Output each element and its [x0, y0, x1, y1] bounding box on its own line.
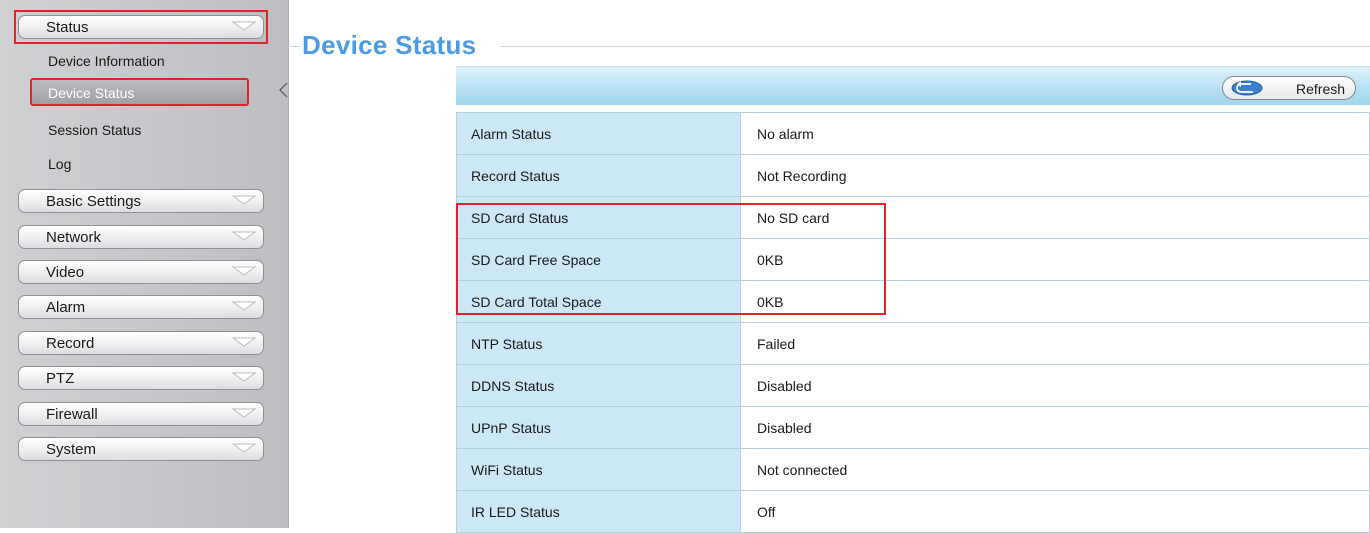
menu-label: Video	[46, 264, 85, 281]
chevron-down-icon	[229, 441, 259, 457]
menu-firewall[interactable]: Firewall	[18, 402, 264, 426]
row-value: Not connected	[740, 448, 1370, 491]
menu-basic-settings[interactable]: Basic Settings	[18, 189, 264, 213]
menu-label: Alarm	[46, 299, 86, 316]
row-key: SD Card Total Space	[456, 280, 741, 323]
row-value: Not Recording	[740, 154, 1370, 197]
menu-record[interactable]: Record	[18, 331, 264, 355]
row-key: Alarm Status	[456, 112, 741, 155]
table-row: Record Status Not Recording	[456, 154, 1370, 197]
row-key: SD Card Status	[456, 196, 741, 239]
row-value: Disabled	[740, 406, 1370, 449]
chevron-down-icon	[229, 299, 259, 315]
menu-label: System	[46, 441, 97, 458]
row-key: WiFi Status	[456, 448, 741, 491]
table-row: NTP Status Failed	[456, 322, 1370, 365]
table-row: UPnP Status Disabled	[456, 406, 1370, 449]
toolbar: Refresh	[456, 66, 1370, 105]
device-status-table: Alarm Status No alarm Record Status Not …	[456, 112, 1370, 533]
chevron-down-icon	[229, 335, 259, 351]
menu-ptz[interactable]: PTZ	[18, 366, 264, 390]
table-row: IR LED Status Off	[456, 490, 1370, 533]
row-key: Record Status	[456, 154, 741, 197]
table-row: SD Card Free Space 0KB	[456, 238, 1370, 281]
table-row: WiFi Status Not connected	[456, 448, 1370, 491]
menu-network[interactable]: Network	[18, 225, 264, 249]
sidebar-item-log[interactable]: Log	[48, 156, 71, 172]
refresh-icon	[1229, 79, 1265, 102]
chevron-down-icon	[229, 229, 259, 245]
sidebar-item-label: Session Status	[48, 122, 142, 138]
sidebar: Status Device Information Device Status …	[0, 0, 289, 528]
title-rule	[288, 46, 300, 47]
menu-label: PTZ	[46, 370, 75, 387]
menu-video[interactable]: Video	[18, 260, 264, 284]
table-row: DDNS Status Disabled	[456, 364, 1370, 407]
chevron-down-icon	[229, 264, 259, 280]
menu-alarm[interactable]: Alarm	[18, 295, 264, 319]
sidebar-item-label: Device Information	[48, 53, 165, 69]
sidebar-item-device-status[interactable]: Device Status	[30, 78, 249, 106]
table-row: Alarm Status No alarm	[456, 112, 1370, 155]
refresh-button[interactable]: Refresh	[1222, 76, 1356, 100]
sidebar-item-label: Device Status	[48, 85, 135, 101]
row-key: IR LED Status	[456, 490, 741, 533]
row-value: 0KB	[740, 280, 1370, 323]
menu-label: Basic Settings	[46, 193, 142, 210]
menu-label: Network	[46, 229, 102, 246]
row-value: 0KB	[740, 238, 1370, 281]
table-row: SD Card Total Space 0KB	[456, 280, 1370, 323]
menu-label: Firewall	[46, 406, 98, 423]
row-value: No alarm	[740, 112, 1370, 155]
row-value: No SD card	[740, 196, 1370, 239]
table-row: SD Card Status No SD card	[456, 196, 1370, 239]
sidebar-item-session-status[interactable]: Session Status	[48, 122, 141, 138]
title-rule	[500, 46, 1370, 47]
row-key: DDNS Status	[456, 364, 741, 407]
collapse-arrow-icon[interactable]	[278, 82, 288, 103]
page-title: Device Status	[302, 30, 477, 60]
row-key: UPnP Status	[456, 406, 741, 449]
row-value: Failed	[740, 322, 1370, 365]
row-value: Disabled	[740, 364, 1370, 407]
chevron-down-icon	[229, 370, 259, 386]
status-menu-highlight	[14, 10, 268, 44]
row-key: NTP Status	[456, 322, 741, 365]
chevron-down-icon	[229, 406, 259, 422]
sidebar-item-label: Log	[48, 156, 72, 172]
row-value: Off	[740, 490, 1370, 533]
chevron-down-icon	[229, 193, 259, 209]
refresh-label: Refresh	[1296, 81, 1346, 97]
menu-system[interactable]: System	[18, 437, 264, 461]
sidebar-item-device-information[interactable]: Device Information	[48, 53, 165, 69]
menu-label: Record	[46, 335, 95, 352]
row-key: SD Card Free Space	[456, 238, 741, 281]
